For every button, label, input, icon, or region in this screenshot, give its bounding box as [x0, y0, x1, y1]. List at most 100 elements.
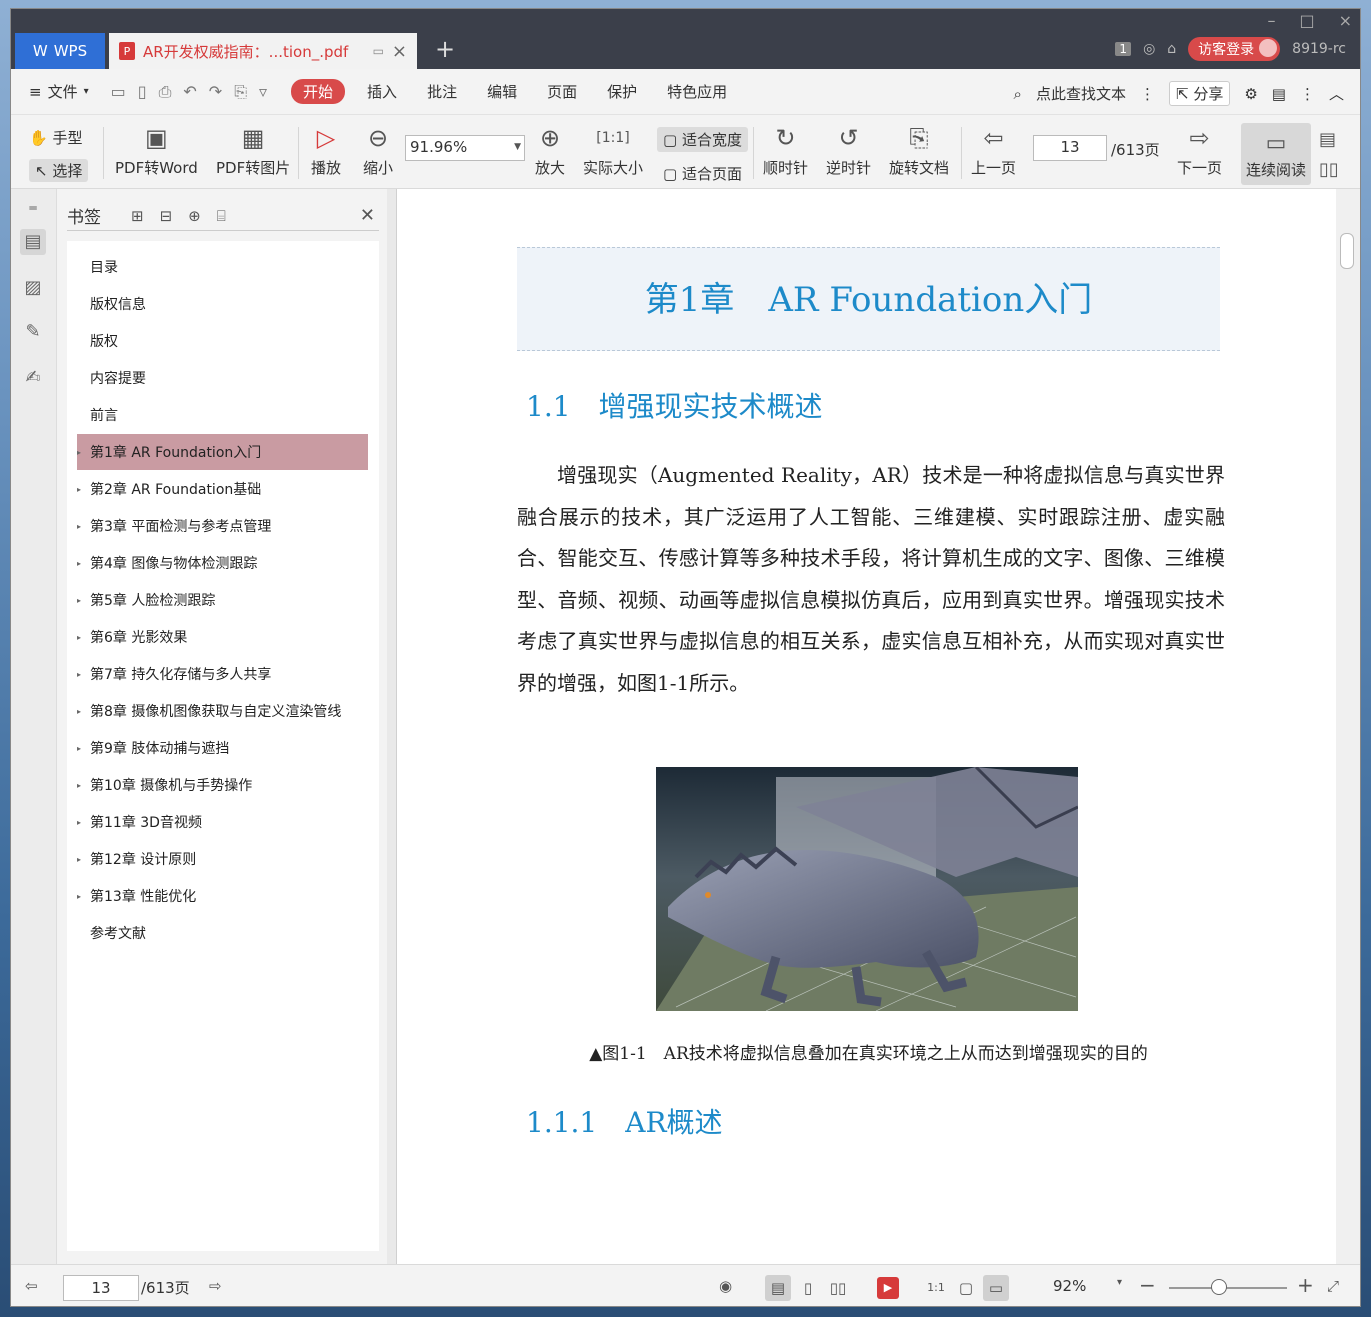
zoom-dropdown-icon[interactable]: ▾ — [1117, 1277, 1122, 1288]
screen-cast-icon[interactable]: ▭ — [373, 44, 384, 58]
scrollbar-thumb[interactable] — [1340, 233, 1354, 269]
panel-splitter[interactable] — [387, 189, 397, 1264]
zoom-slider-knob[interactable] — [1210, 1279, 1227, 1295]
comment-icon[interactable]: ▤ — [1272, 85, 1286, 103]
status-next-page-icon[interactable]: ⇨ — [209, 1277, 222, 1295]
tab-protect[interactable]: 保护 — [607, 81, 637, 102]
search-text-button[interactable]: 点此查找文本 — [1036, 83, 1126, 104]
expand-caret-icon[interactable]: ▸ — [77, 818, 81, 827]
tab-edit[interactable]: 编辑 — [487, 81, 517, 102]
close-tab-icon[interactable]: × — [392, 41, 407, 62]
collapse-ribbon-icon[interactable]: ︿ — [1329, 83, 1344, 104]
zoom-plus-icon[interactable]: + — [1297, 1273, 1314, 1297]
single-view-icon[interactable]: ▯ — [795, 1275, 821, 1301]
expand-caret-icon[interactable]: ▸ — [77, 707, 81, 716]
wps-home-tab[interactable]: W WPS — [15, 33, 105, 69]
search-icon[interactable]: ⌕ — [1014, 85, 1022, 103]
play-slideshow-icon[interactable]: ▶ — [877, 1277, 899, 1299]
share-button[interactable]: ⇱ 分享 — [1168, 81, 1231, 106]
status-page-input[interactable]: 13 — [63, 1275, 139, 1301]
rotate-counterclockwise-button[interactable]: ↺ 逆时针 — [826, 123, 871, 178]
zoom-in-button[interactable]: ⊕ 放大 — [535, 123, 565, 178]
status-prev-page-icon[interactable]: ⇦ — [25, 1277, 38, 1295]
bookmark-icon[interactable]: ⌸ — [217, 207, 226, 225]
tab-start[interactable]: 开始 — [291, 79, 346, 104]
dual-page-view-button[interactable]: ▯▯ — [1319, 155, 1339, 185]
bookmark-item[interactable]: ▸ 第3章 平面检测与参考点管理 — [77, 508, 368, 544]
bookmark-item[interactable]: ▸ 第11章 3D音视频 — [77, 804, 368, 840]
expand-caret-icon[interactable]: ▸ — [77, 855, 81, 864]
bookmark-item[interactable]: ▸ 第8章 摄像机图像获取与自定义渲染管线 — [77, 693, 368, 729]
fullscreen-icon[interactable]: ⤢ — [1327, 1277, 1339, 1295]
bookmark-item[interactable]: ▸ 第1章 AR Foundation入门 — [77, 434, 368, 470]
bookmark-panel-icon[interactable]: ▤ — [20, 229, 46, 255]
open-folder-icon[interactable]: ▭ — [111, 82, 126, 102]
dual-view-icon[interactable]: ▯▯ — [825, 1275, 851, 1301]
tab-features[interactable]: 特色应用 — [667, 81, 727, 102]
gear-icon[interactable]: ⚙ — [1244, 85, 1257, 103]
status-zoom-value[interactable]: 92% — [1053, 1277, 1086, 1295]
tab-insert[interactable]: 插入 — [367, 81, 397, 102]
expand-caret-icon[interactable]: ▸ — [77, 892, 81, 901]
bookmark-item[interactable]: ▸ 第10章 摄像机与手势操作 — [77, 767, 368, 803]
tab-page[interactable]: 页面 — [547, 81, 577, 102]
skin-icon[interactable]: ◎ — [1143, 41, 1155, 57]
expand-caret-icon[interactable]: ▸ — [77, 485, 81, 494]
expand-caret-icon[interactable]: ▸ — [77, 522, 81, 531]
add-bookmark-icon[interactable]: ⊕ — [188, 207, 201, 225]
expand-caret-icon[interactable]: ▸ — [77, 448, 81, 457]
shirt-icon[interactable]: ⌂ — [1167, 41, 1176, 57]
more-dots-icon[interactable]: ⋮ — [1300, 85, 1315, 103]
eye-protection-icon[interactable]: ◉ — [719, 1277, 732, 1295]
save-icon[interactable]: ▯ — [138, 82, 147, 102]
collapse-all-icon[interactable]: ⊟ — [160, 207, 173, 225]
bookmark-item[interactable]: ▸ 第13章 性能优化 — [77, 878, 368, 914]
continuous-reading-button[interactable]: ▭ 连续阅读 — [1241, 123, 1311, 185]
redo-icon[interactable]: ↷ — [209, 82, 222, 102]
tab-annotate[interactable]: 批注 — [427, 81, 457, 102]
play-button[interactable]: ▷ 播放 — [311, 123, 341, 178]
annotation-panel-icon[interactable]: ✎ — [20, 319, 46, 345]
vertical-scrollbar[interactable] — [1336, 189, 1360, 1264]
window-count-badge[interactable]: 1 — [1115, 42, 1132, 56]
document-tab[interactable]: P AR开发权威指南：...tion_.pdf ▭ × — [109, 33, 417, 69]
bookmark-item[interactable]: 参考文献 — [77, 915, 368, 951]
close-window-icon[interactable]: × — [1339, 11, 1352, 30]
next-page-button[interactable]: ⇨ 下一页 — [1177, 123, 1222, 178]
zoom-select[interactable]: 91.96% ▼ — [405, 135, 525, 161]
bookmark-item[interactable]: 版权信息 — [77, 286, 368, 322]
bookmark-item[interactable]: 内容提要 — [77, 360, 368, 396]
visitor-login-button[interactable]: 访客登录 — [1188, 37, 1281, 61]
more-icon[interactable]: ▿ — [259, 82, 267, 102]
file-menu[interactable]: ≡ 文件 ▾ — [29, 81, 89, 102]
rotate-clockwise-button[interactable]: ↻ 顺时针 — [763, 123, 808, 178]
bookmark-item[interactable]: ▸ 第6章 光影效果 — [77, 619, 368, 655]
minimize-icon[interactable]: – — [1267, 11, 1275, 30]
maximize-icon[interactable]: □ — [1299, 11, 1314, 30]
export-icon[interactable]: ⎘ — [234, 82, 247, 102]
fit-page-button[interactable]: ▢ 适合页面 — [657, 161, 748, 186]
print-icon[interactable]: ⎙ — [159, 82, 172, 102]
bookmark-item[interactable]: ▸ 第7章 持久化存储与多人共享 — [77, 656, 368, 692]
hand-tool-button[interactable]: ✋ 手型 — [29, 127, 82, 148]
continuous-view-icon[interactable]: ▤ — [765, 1275, 791, 1301]
bookmark-item[interactable]: 目录 — [77, 249, 368, 285]
bookmark-item[interactable]: ▸ 第5章 人脸检测跟踪 — [77, 582, 368, 618]
rotate-document-button[interactable]: ⎘ 旋转文档 — [889, 123, 949, 178]
new-tab-button[interactable]: + — [435, 35, 455, 63]
pdf-to-word-button[interactable]: ▣ PDF转Word — [115, 123, 198, 178]
expand-caret-icon[interactable]: ▸ — [77, 596, 81, 605]
fit-width-button[interactable]: ▢ 适合宽度 — [657, 127, 748, 152]
bookmark-item[interactable]: 版权 — [77, 323, 368, 359]
expand-caret-icon[interactable]: ▸ — [77, 559, 81, 568]
signature-panel-icon[interactable]: ✍ — [20, 365, 46, 391]
pdf-to-image-button[interactable]: ▦ PDF转图片 — [216, 123, 290, 178]
expand-caret-icon[interactable]: ▸ — [77, 781, 81, 790]
bookmark-item[interactable]: ▸ 第2章 AR Foundation基础 — [77, 471, 368, 507]
fit-width-status-icon[interactable]: ▭ — [983, 1275, 1009, 1301]
bookmark-item[interactable]: ▸ 第4章 图像与物体检测跟踪 — [77, 545, 368, 581]
bookmark-item[interactable]: ▸ 第9章 肢体动捕与遮挡 — [77, 730, 368, 766]
actual-size-button[interactable]: [1:1] 实际大小 — [583, 123, 643, 178]
expand-all-icon[interactable]: ⊞ — [131, 207, 144, 225]
more-vertical-icon[interactable]: ⋮ — [1140, 85, 1155, 103]
